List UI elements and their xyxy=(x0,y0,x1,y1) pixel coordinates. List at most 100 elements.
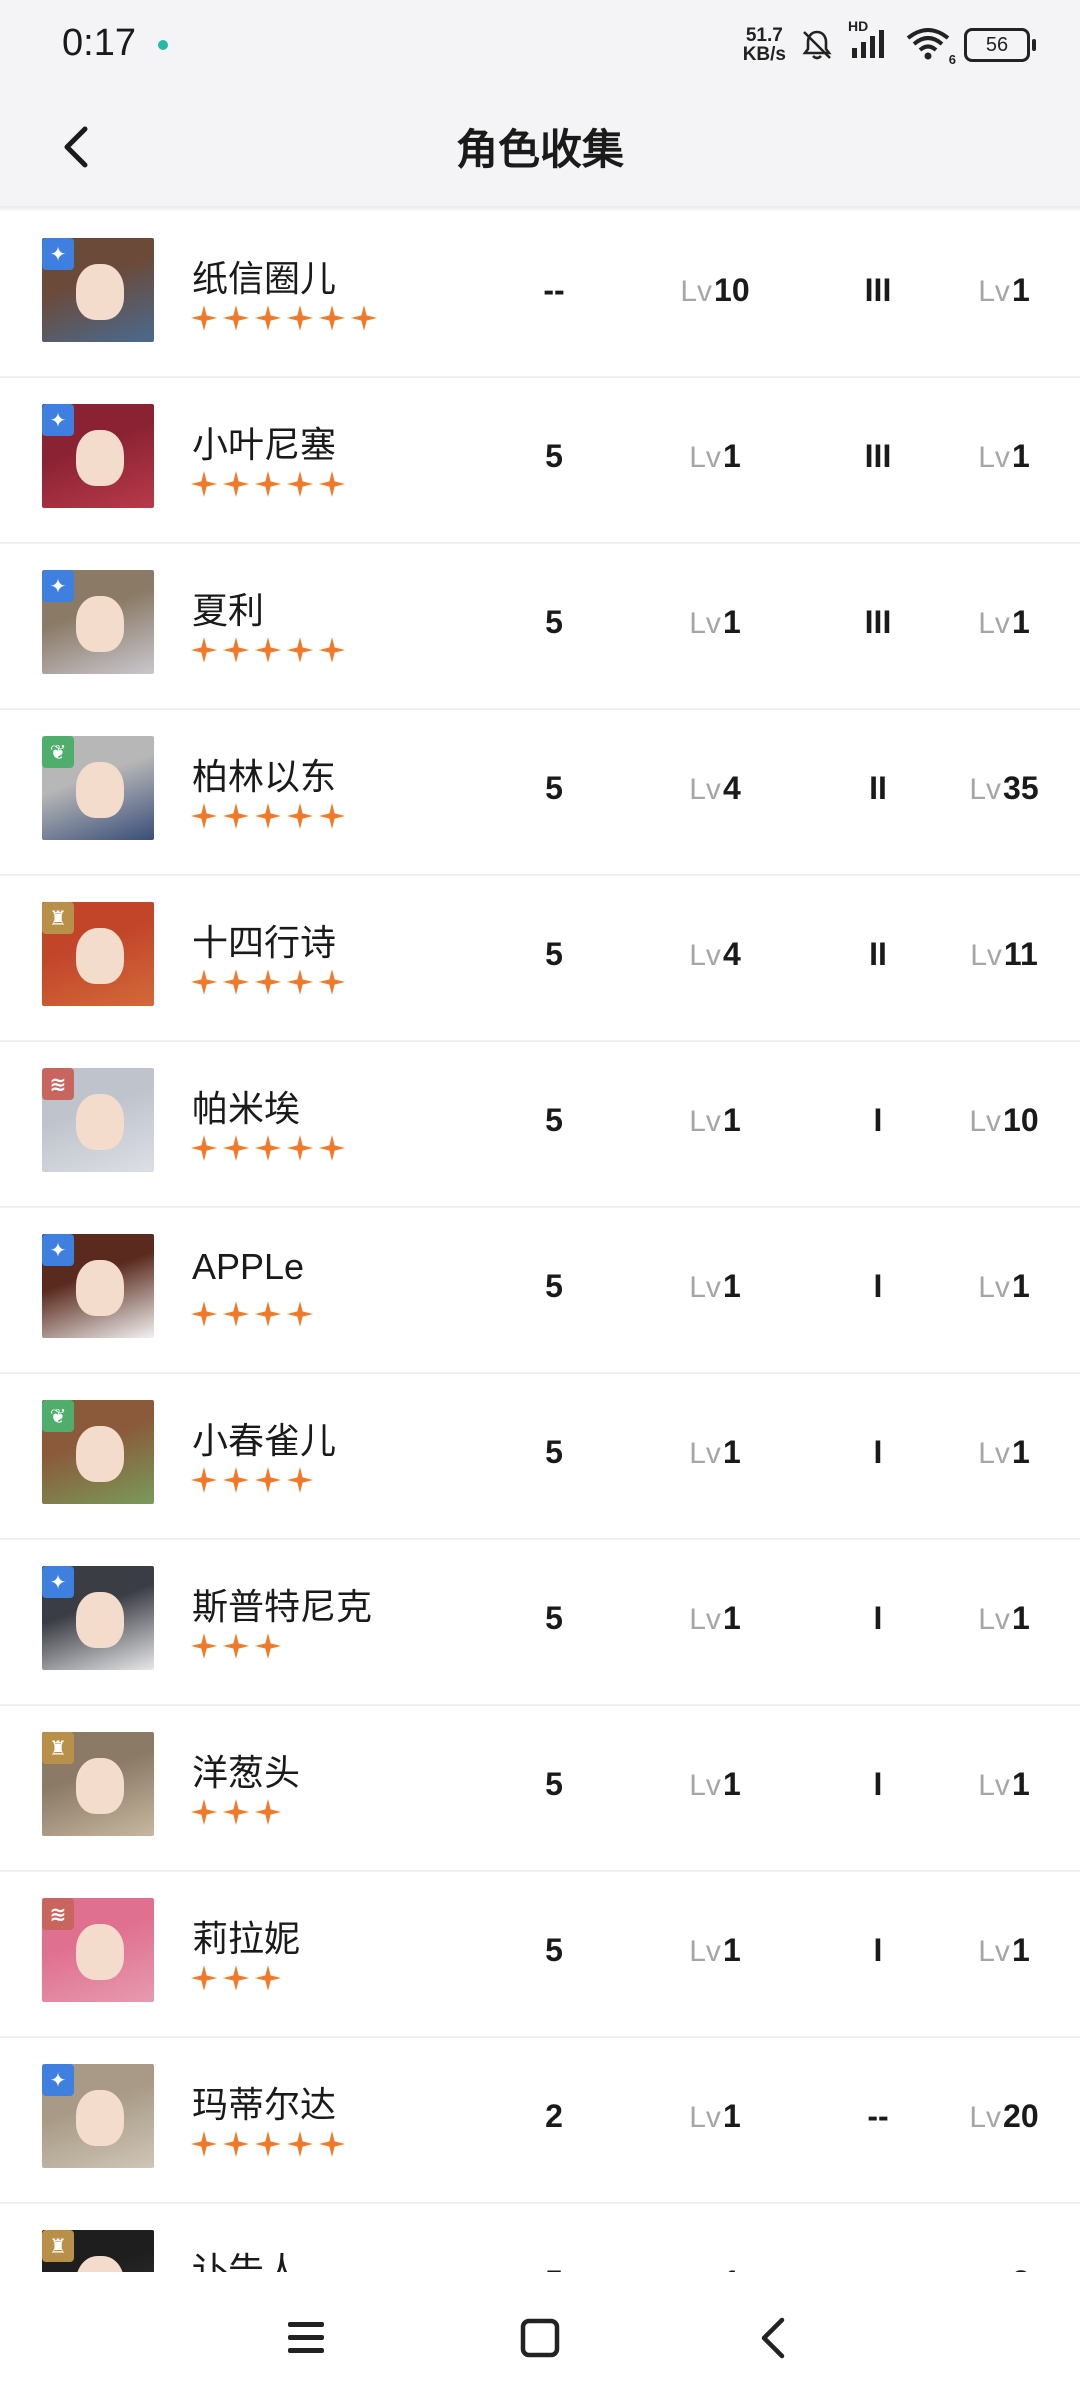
character-level: Lv1 xyxy=(944,438,1064,475)
star-icon xyxy=(222,1964,250,1992)
skill-level-value: 1 xyxy=(722,1766,741,1802)
character-level: Lv1 xyxy=(944,1434,1064,1471)
star-icon xyxy=(286,1466,314,1494)
character-row[interactable]: ✦ APPLe 5 Lv1 I Lv1 xyxy=(0,1208,1080,1374)
skill-level-value: 1 xyxy=(722,1268,741,1304)
star-icon xyxy=(318,470,346,498)
skill-level-value: 10 xyxy=(714,272,750,308)
element-badge-icon: ✦ xyxy=(42,238,74,270)
character-level-value: 1 xyxy=(1011,438,1030,474)
star-icon xyxy=(254,968,282,996)
character-level-value: 10 xyxy=(1003,1102,1039,1138)
character-name: 玛蒂尔达 xyxy=(192,2084,337,2125)
star-icon xyxy=(254,304,282,332)
character-row[interactable]: ♜ 讣告人 5 Lv1 -- Lv2 xyxy=(0,2204,1080,2272)
potential-value: 5 xyxy=(545,604,563,640)
skill-level-value: 4 xyxy=(722,770,741,806)
potential-value: -- xyxy=(543,272,565,308)
skill-level: Lv1 xyxy=(655,1268,775,1305)
character-level-value: 1 xyxy=(1011,1932,1030,1968)
lv-prefix: Lv xyxy=(689,1271,721,1304)
star-icon xyxy=(318,304,346,332)
element-badge-icon: ≋ xyxy=(42,1068,74,1100)
character-level-value: 1 xyxy=(1011,1434,1030,1470)
lv-prefix: Lv xyxy=(689,1105,721,1138)
character-avatar: ✦ xyxy=(42,1234,154,1338)
character-row[interactable]: ❦ 小春雀儿 5 Lv1 I Lv1 xyxy=(0,1374,1080,1540)
potential-value: 5 xyxy=(545,770,563,806)
character-row[interactable]: ✦ 小叶尼塞 5 Lv1 III Lv1 xyxy=(0,378,1080,544)
rarity-stars xyxy=(190,802,346,830)
element-badge-icon: ✦ xyxy=(42,1566,74,1598)
insight-value: III xyxy=(864,272,892,308)
insight-value: I xyxy=(873,1600,883,1636)
character-row[interactable]: ✦ 玛蒂尔达 2 Lv1 -- Lv20 xyxy=(0,2038,1080,2204)
nav-back-button[interactable] xyxy=(742,2306,806,2370)
star-icon xyxy=(222,1466,250,1494)
character-list[interactable]: ✦ 纸信圈儿 -- Lv10 III Lv1 ✦ 小叶尼塞 5 Lv1 III Lv1 ✦ 夏利 5 Lv1 I… xyxy=(0,212,1080,2272)
character-level: Lv1 xyxy=(944,272,1064,309)
rarity-stars xyxy=(190,636,346,664)
character-row[interactable]: ✦ 纸信圈儿 -- Lv10 III Lv1 xyxy=(0,212,1080,378)
character-level: Lv11 xyxy=(944,936,1064,973)
character-level: Lv1 xyxy=(944,604,1064,641)
star-icon xyxy=(222,1134,250,1162)
star-icon xyxy=(318,636,346,664)
star-icon xyxy=(222,968,250,996)
insight-value: -- xyxy=(867,2098,889,2134)
nav-menu-button[interactable] xyxy=(274,2306,338,2370)
lv-prefix: Lv xyxy=(689,773,721,806)
character-avatar: ✦ xyxy=(42,2064,154,2168)
star-icon xyxy=(190,636,218,664)
character-name: 小叶尼塞 xyxy=(192,424,337,465)
portrait-face xyxy=(76,1758,124,1814)
star-icon xyxy=(190,1134,218,1162)
character-level-value: 11 xyxy=(1003,936,1038,972)
element-badge-icon: ✦ xyxy=(42,2064,74,2096)
star-icon xyxy=(190,2130,218,2158)
rarity-stars xyxy=(190,1134,346,1162)
character-row[interactable]: ❦ 柏林以东 5 Lv4 II Lv35 xyxy=(0,710,1080,876)
element-badge-icon: ♜ xyxy=(42,1732,74,1764)
star-icon xyxy=(254,1134,282,1162)
nav-home-button[interactable] xyxy=(508,2306,572,2370)
star-icon xyxy=(190,1466,218,1494)
star-icon xyxy=(190,1798,218,1826)
character-row[interactable]: ≋ 帕米埃 5 Lv1 I Lv10 xyxy=(0,1042,1080,1208)
top-app-bar: 角色收集 xyxy=(0,90,1080,206)
portrait-face xyxy=(76,430,124,486)
rarity-stars xyxy=(190,1300,314,1328)
skill-level: Lv1 xyxy=(655,604,775,641)
skill-level-value: 1 xyxy=(722,2098,741,2134)
rarity-stars xyxy=(190,1466,314,1494)
portrait-face xyxy=(76,596,124,652)
portrait-face xyxy=(76,762,124,818)
star-icon xyxy=(190,1964,218,1992)
status-bar: 0:17 51.7 KB/s HD 6 56 xyxy=(0,0,1080,90)
star-icon xyxy=(286,1300,314,1328)
character-name: 十四行诗 xyxy=(192,922,337,963)
star-icon xyxy=(190,1632,218,1660)
rarity-stars xyxy=(190,1798,282,1826)
lv-prefix: Lv xyxy=(689,1769,721,1802)
skill-level: Lv1 xyxy=(655,1102,775,1139)
character-avatar: ✦ xyxy=(42,404,154,508)
lv-prefix: Lv xyxy=(969,2101,1002,2134)
insight-value: II xyxy=(869,770,887,806)
insight-value: I xyxy=(873,1932,883,1968)
star-icon xyxy=(222,1300,250,1328)
potential-value: 2 xyxy=(545,2098,563,2134)
character-row[interactable]: ✦ 夏利 5 Lv1 III Lv1 xyxy=(0,544,1080,710)
character-row[interactable]: ≋ 莉拉妮 5 Lv1 I Lv1 xyxy=(0,1872,1080,2038)
character-row[interactable]: ♜ 洋葱头 5 Lv1 I Lv1 xyxy=(0,1706,1080,1872)
star-icon xyxy=(286,1134,314,1162)
character-level-value: 2 xyxy=(1012,2264,1030,2272)
portrait-face xyxy=(76,2256,124,2272)
rarity-stars xyxy=(190,470,346,498)
portrait-face xyxy=(76,1094,124,1150)
character-row[interactable]: ♜ 十四行诗 5 Lv4 II Lv11 xyxy=(0,876,1080,1042)
element-badge-icon: ✦ xyxy=(42,570,74,602)
character-row[interactable]: ✦ 斯普特尼克 5 Lv1 I Lv1 xyxy=(0,1540,1080,1706)
rarity-stars xyxy=(190,1632,282,1660)
character-name: 斯普特尼克 xyxy=(192,1586,373,1627)
